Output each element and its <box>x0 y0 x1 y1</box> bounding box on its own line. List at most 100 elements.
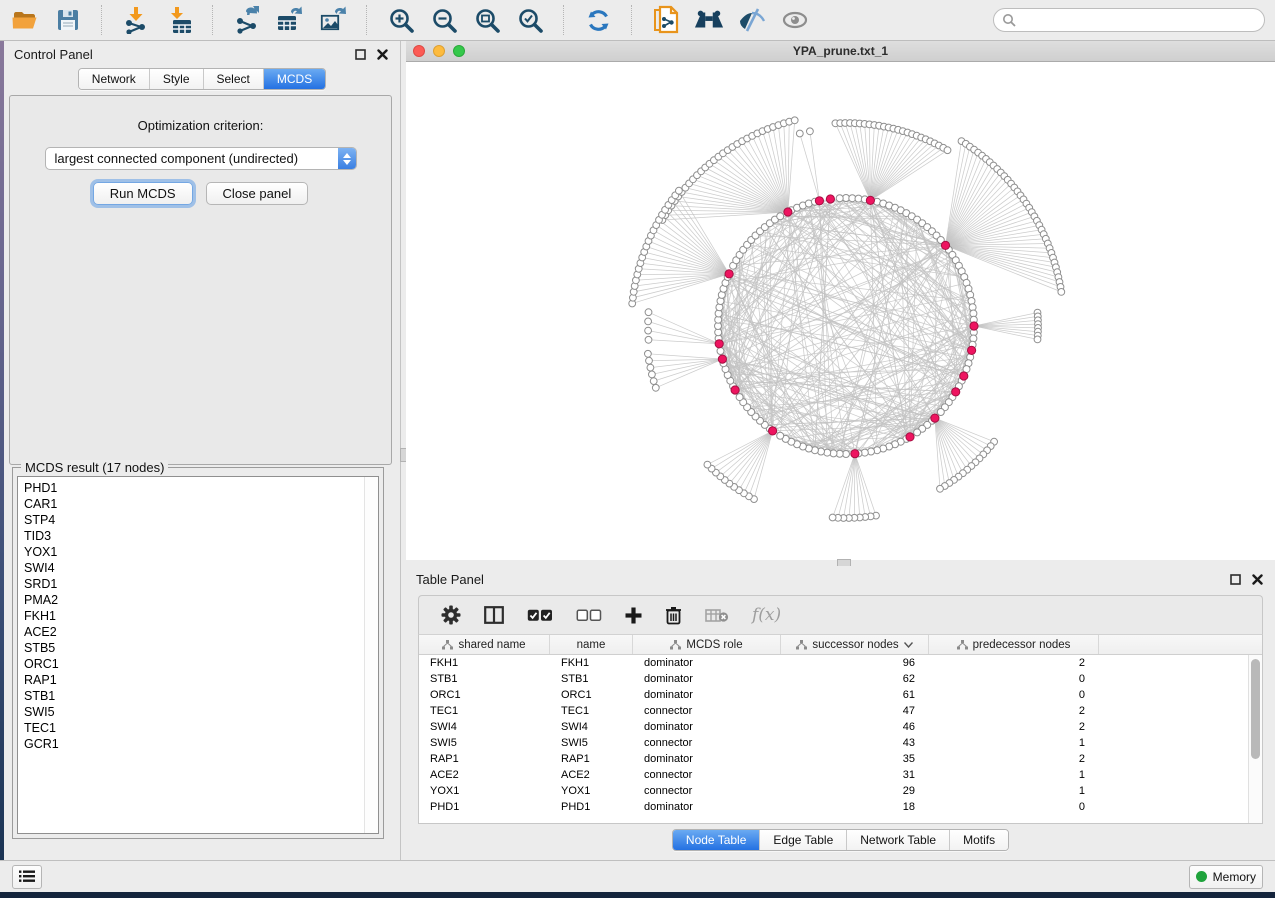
zoom-out-icon[interactable] <box>429 5 459 35</box>
open-session-icon[interactable] <box>10 5 40 35</box>
tab-mcds[interactable]: MCDS <box>264 69 325 89</box>
create-column-plus-icon[interactable] <box>625 607 642 624</box>
show-column-selector-icon[interactable] <box>484 606 504 624</box>
network-node[interactable] <box>649 371 656 378</box>
float-window-icon[interactable] <box>1227 572 1243 588</box>
network-node[interactable] <box>704 461 711 468</box>
mcds-result-item[interactable]: FKH1 <box>24 608 378 624</box>
mcds-result-item[interactable]: SWI4 <box>24 560 378 576</box>
network-node[interactable] <box>645 318 652 325</box>
network-node[interactable] <box>717 348 724 355</box>
tab-network-table[interactable]: Network Table <box>847 830 950 850</box>
export-table-icon[interactable] <box>275 5 305 35</box>
float-window-icon[interactable] <box>352 47 368 63</box>
mcds-node[interactable] <box>715 340 723 348</box>
close-panel-button[interactable]: Close panel <box>206 182 309 205</box>
tab-motifs[interactable]: Motifs <box>950 830 1008 850</box>
delete-column-trash-icon[interactable] <box>665 606 682 625</box>
column-header-successor-nodes[interactable]: successor nodes <box>781 635 929 654</box>
zoom-selected-icon[interactable] <box>515 5 545 35</box>
table-scrollbar[interactable] <box>1248 655 1262 823</box>
network-node[interactable] <box>777 432 784 439</box>
delete-table-icon[interactable] <box>705 608 729 623</box>
network-node[interactable] <box>647 364 654 371</box>
table-row[interactable]: ACE2ACE2connector311 <box>419 767 1262 783</box>
network-node[interactable] <box>645 336 652 343</box>
network-node[interactable] <box>796 130 803 137</box>
mcds-result-item[interactable]: TEC1 <box>24 720 378 736</box>
mcds-result-item[interactable]: SWI5 <box>24 704 378 720</box>
import-network-icon[interactable] <box>121 5 151 35</box>
mcds-node[interactable] <box>725 270 733 278</box>
mcds-node[interactable] <box>952 388 960 396</box>
network-node[interactable] <box>736 394 743 401</box>
network-window-titlebar[interactable]: YPA_prune.txt_1 <box>406 41 1275 62</box>
network-node[interactable] <box>836 195 843 202</box>
table-scrollbar-thumb[interactable] <box>1251 659 1260 759</box>
mcds-node[interactable] <box>784 208 792 216</box>
network-node[interactable] <box>777 213 784 220</box>
mcds-list-scrollbar[interactable] <box>364 477 378 833</box>
network-node[interactable] <box>937 485 944 492</box>
mcds-result-item[interactable]: CAR1 <box>24 496 378 512</box>
network-file-icon[interactable] <box>651 5 681 35</box>
network-node[interactable] <box>944 147 951 154</box>
mcds-result-item[interactable]: STB5 <box>24 640 378 656</box>
mcds-node[interactable] <box>731 386 739 394</box>
column-header-mcds-role[interactable]: MCDS role <box>633 635 781 654</box>
select-all-icon[interactable] <box>527 609 553 622</box>
network-node[interactable] <box>645 309 652 316</box>
export-network-icon[interactable] <box>232 5 262 35</box>
mcds-node[interactable] <box>769 427 777 435</box>
mcds-node[interactable] <box>851 450 859 458</box>
function-builder-icon[interactable]: f(x) <box>752 605 781 625</box>
tab-node-table[interactable]: Node Table <box>673 830 761 850</box>
task-history-button[interactable] <box>12 865 42 889</box>
mcds-result-item[interactable]: ACE2 <box>24 624 378 640</box>
network-node[interactable] <box>791 117 798 124</box>
table-row[interactable]: SWI5SWI5connector431 <box>419 735 1262 751</box>
mcds-node[interactable] <box>968 346 976 354</box>
mcds-result-item[interactable]: PMA2 <box>24 592 378 608</box>
mcds-result-item[interactable]: GCR1 <box>24 736 378 752</box>
mcds-node[interactable] <box>941 241 949 249</box>
table-row[interactable]: PHD1PHD1dominator180 <box>419 799 1262 815</box>
mcds-result-item[interactable]: ORC1 <box>24 656 378 672</box>
close-panel-icon[interactable] <box>374 47 390 63</box>
network-node[interactable] <box>646 357 653 364</box>
mcds-node[interactable] <box>960 372 968 380</box>
network-node[interactable] <box>829 514 836 521</box>
tab-style[interactable]: Style <box>150 69 204 89</box>
run-mcds-button[interactable]: Run MCDS <box>93 182 193 205</box>
import-table-icon[interactable] <box>164 5 194 35</box>
eye-slash-icon[interactable] <box>737 5 767 35</box>
column-header-predecessor-nodes[interactable]: predecessor nodes <box>929 635 1099 654</box>
network-node[interactable] <box>652 384 659 391</box>
tab-select[interactable]: Select <box>204 69 264 89</box>
zoom-fit-icon[interactable] <box>472 5 502 35</box>
mcds-result-item[interactable]: YOX1 <box>24 544 378 560</box>
binoculars-icon[interactable] <box>694 5 724 35</box>
mcds-node[interactable] <box>931 414 939 422</box>
table-row[interactable]: FKH1FKH1dominator962 <box>419 655 1262 671</box>
save-session-icon[interactable] <box>53 5 83 35</box>
mcds-result-item[interactable]: PHD1 <box>24 480 378 496</box>
mcds-node[interactable] <box>866 196 874 204</box>
memory-button[interactable]: Memory <box>1189 865 1263 889</box>
table-row[interactable]: SWI4SWI4dominator462 <box>419 719 1262 735</box>
tab-network[interactable]: Network <box>79 69 150 89</box>
table-row[interactable]: STB1STB1dominator620 <box>419 671 1262 687</box>
eye-icon[interactable] <box>780 5 810 35</box>
network-node[interactable] <box>937 409 944 416</box>
mcds-result-item[interactable]: STP4 <box>24 512 378 528</box>
network-node[interactable] <box>645 350 652 357</box>
table-settings-gear-icon[interactable] <box>441 605 461 625</box>
search-box[interactable] <box>993 8 1265 32</box>
network-node[interactable] <box>676 187 683 194</box>
deselect-all-icon[interactable] <box>576 609 602 622</box>
network-node[interactable] <box>645 327 652 334</box>
table-row[interactable]: ORC1ORC1dominator610 <box>419 687 1262 703</box>
mcds-result-item[interactable]: SRD1 <box>24 576 378 592</box>
mcds-result-item[interactable]: RAP1 <box>24 672 378 688</box>
mcds-node[interactable] <box>906 433 914 441</box>
